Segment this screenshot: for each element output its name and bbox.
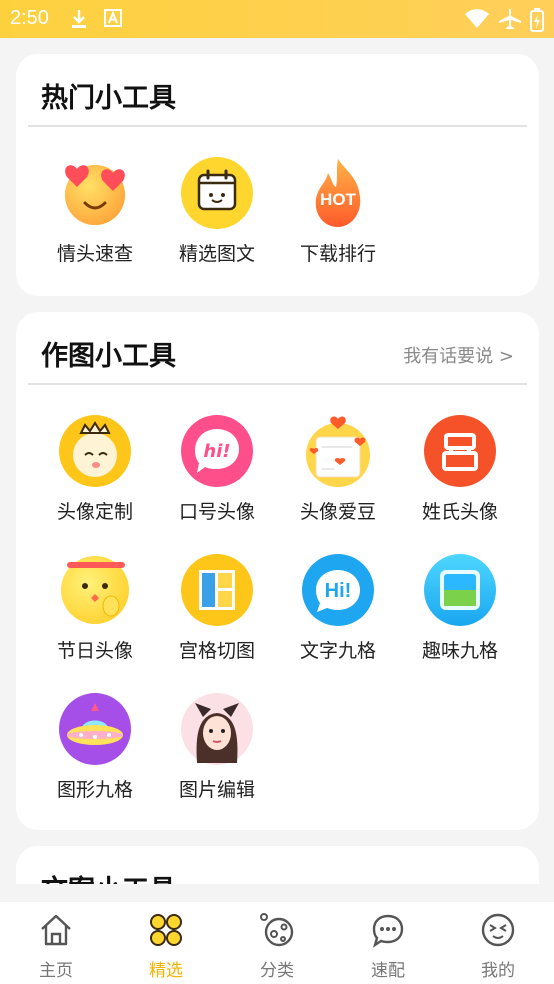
tool-grid-cut[interactable]: 宫格切图	[162, 554, 272, 663]
drawing-tools-title: 作图小工具	[41, 341, 176, 372]
tool-avatar-custom[interactable]: 头像定制	[40, 415, 150, 524]
category-icon	[260, 913, 294, 947]
hearts-avatar-icon	[302, 415, 374, 487]
tool-surname-avatar[interactable]: 姓氏头像	[405, 415, 515, 524]
tool-label: 节日头像	[56, 640, 133, 662]
tool-featured[interactable]: 精选图文	[162, 157, 272, 266]
hi-bubble-icon: hi!	[181, 415, 253, 487]
svg-text:hi!: hi!	[203, 441, 230, 462]
tab-label: 速配	[371, 961, 405, 981]
hot-tools-title: 热门小工具	[41, 83, 176, 114]
tab-featured[interactable]: 精选	[126, 912, 206, 981]
tool-label: 文字九格	[299, 640, 376, 662]
tab-match[interactable]: 速配	[348, 912, 428, 981]
tool-label: 图形九格	[56, 779, 133, 801]
tool-holiday-avatar[interactable]: 节日头像	[40, 554, 150, 663]
tool-download-rank[interactable]: HOT 下载排行	[283, 157, 393, 266]
chat-bubble-icon	[372, 914, 404, 948]
tool-label: 下载排行	[299, 243, 376, 265]
bottom-tab-bar: 主页 精选 分类 速配 我的	[0, 902, 554, 984]
airplane-icon	[499, 9, 521, 29]
tool-avatar-idol[interactable]: 头像爱豆	[283, 415, 393, 524]
tool-label: 精选图文	[178, 243, 255, 265]
tab-label: 精选	[149, 961, 183, 981]
tool-label: 图片编辑	[178, 779, 255, 801]
clover-icon	[150, 914, 182, 946]
tool-label: 头像定制	[56, 501, 133, 523]
drawing-tools-card: 作图小工具 我有话要说 > 头像定制 hi! 口号头像 头像爱豆 姓氏头像 节日…	[16, 312, 539, 830]
tab-label: 我的	[481, 961, 515, 981]
holiday-face-icon	[59, 554, 131, 626]
tab-mine[interactable]: 我的	[458, 912, 538, 981]
heart-eyes-face-icon	[59, 157, 131, 229]
download-icon	[72, 10, 86, 28]
divider	[28, 383, 527, 385]
tab-label: 主页	[39, 961, 73, 981]
status-bar: 2:50	[0, 0, 554, 38]
divider	[28, 125, 527, 127]
tool-text-grid[interactable]: Hi! 文字九格	[283, 554, 393, 663]
hot-flame-icon: HOT	[302, 157, 374, 229]
tool-slogan-avatar[interactable]: hi! 口号头像	[162, 415, 272, 524]
battery-icon	[530, 8, 544, 32]
svg-text:Hi!: Hi!	[325, 580, 352, 602]
surname-icon	[424, 415, 496, 487]
svg-text:HOT: HOT	[320, 190, 357, 209]
tool-label: 趣味九格	[421, 640, 498, 662]
tool-label: 姓氏头像	[421, 501, 498, 523]
crown-face-icon	[59, 415, 131, 487]
hot-tools-card: 热门小工具 情头速查 精选图文 HOT 下载排行	[16, 54, 539, 296]
tool-label: 情头速查	[56, 243, 133, 265]
face-icon	[481, 913, 515, 947]
grid-cut-icon	[181, 554, 253, 626]
wifi-icon	[465, 9, 489, 28]
home-icon	[41, 914, 71, 946]
tab-label: 分类	[260, 961, 294, 981]
calendar-icon	[181, 157, 253, 229]
hi-text-icon: Hi!	[302, 554, 374, 626]
landscape-stamp-icon	[424, 554, 496, 626]
photo-portrait-icon	[181, 693, 253, 765]
tool-fun-grid[interactable]: 趣味九格	[405, 554, 515, 663]
status-time: 2:50	[10, 7, 49, 29]
tab-category[interactable]: 分类	[237, 912, 317, 981]
tool-shape-grid[interactable]: 图形九格	[40, 693, 150, 802]
feedback-link[interactable]: 我有话要说 >	[403, 342, 514, 368]
tool-label: 头像爱豆	[299, 501, 376, 523]
tool-photo-edit[interactable]: 图片编辑	[162, 693, 272, 802]
tool-heart-search[interactable]: 情头速查	[40, 157, 150, 266]
font-a-icon	[104, 9, 122, 27]
tool-label: 口号头像	[178, 501, 255, 523]
tool-label: 宫格切图	[178, 640, 255, 662]
tab-home[interactable]: 主页	[16, 912, 96, 981]
ufo-icon	[59, 693, 131, 765]
scroll-edge	[0, 884, 554, 902]
